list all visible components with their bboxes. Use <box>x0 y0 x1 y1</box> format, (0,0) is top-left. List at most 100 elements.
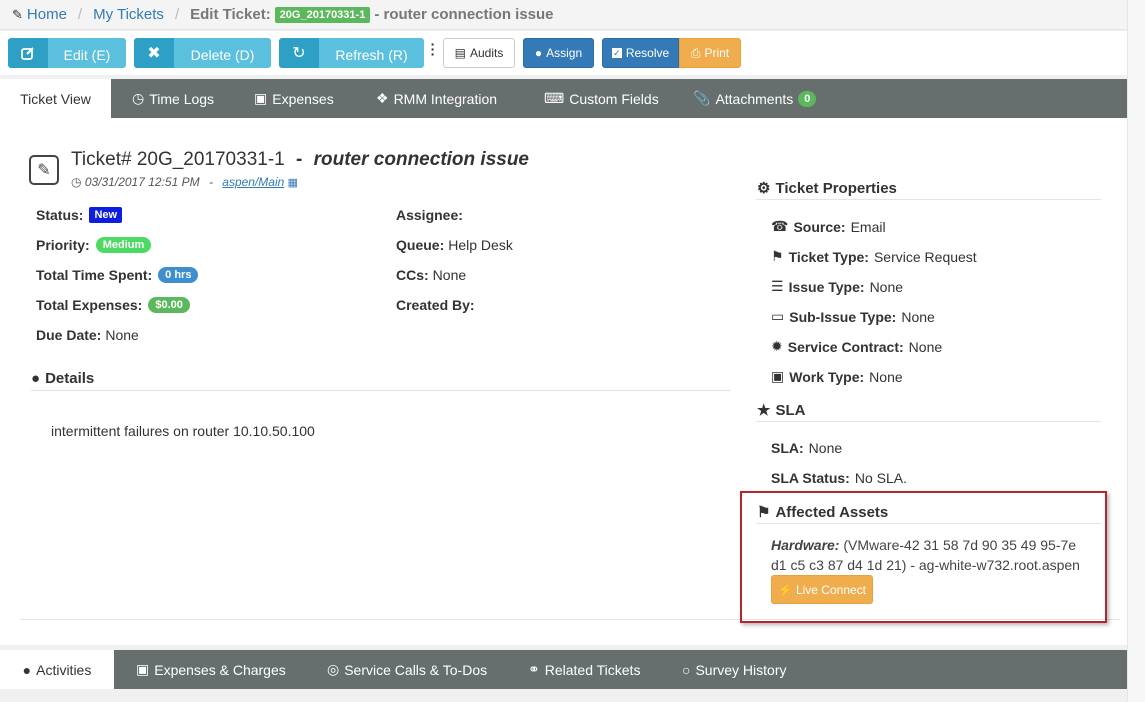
meta-separator: - <box>208 175 213 189</box>
delete-button-label: Delete (D) <box>174 38 271 68</box>
breadcrumb-edit-label: Edit Ticket: <box>190 6 271 23</box>
refresh-icon: ↻ <box>279 38 319 68</box>
title-separator: - <box>296 149 303 170</box>
assign-button[interactable]: ● Assign <box>523 38 594 68</box>
issue-type-value: None <box>869 278 904 295</box>
sla-heading-label: SLA <box>775 401 806 419</box>
bolt-icon: ⚡ <box>778 582 793 597</box>
tab-custom-fields[interactable]: ⌨ Custom Fields <box>544 79 659 118</box>
source-label: Source: <box>793 218 846 235</box>
breadcrumb-ticket-title: - router connection issue <box>374 6 554 23</box>
affected-assets-heading: ⚑ Affected Assets <box>757 503 889 522</box>
tab-rmm-integration[interactable]: ❖ RMM Integration <box>376 79 497 118</box>
hardware-label: Hardware: <box>771 537 840 553</box>
assets-divider <box>756 523 1101 524</box>
delete-button[interactable]: ✖ Delete (D) <box>134 38 271 68</box>
tab-related-tickets[interactable]: ⚭ Related Tickets <box>528 650 640 689</box>
expenses-field: Total Expenses: $0.00 <box>36 297 190 313</box>
clock-icon: ◷ <box>71 175 82 189</box>
queue-label: Queue: <box>396 237 445 253</box>
audits-button[interactable]: ▤ Audits <box>443 38 515 68</box>
refresh-button[interactable]: ↻ Refresh (R) <box>279 38 424 68</box>
print-button[interactable]: ⎙ Print <box>679 38 741 68</box>
sla-status-field: SLA Status: No SLA. <box>771 470 907 486</box>
sla-status-value: No SLA. <box>854 470 907 486</box>
edit-button[interactable]: Edit (E) <box>8 38 126 68</box>
vertical-scrollbar[interactable] <box>1127 0 1145 702</box>
due-date-label: Due Date: <box>36 327 102 343</box>
queue-field: Queue: Help Desk <box>396 237 513 253</box>
assignee-label: Assignee: <box>396 207 463 223</box>
queue-value: Help Desk <box>448 237 513 253</box>
issue-type-label: Issue Type: <box>788 278 865 295</box>
created-by-field: Created By: <box>396 297 475 313</box>
checkbox-icon: ✓ <box>611 48 622 58</box>
sla-field: SLA: None <box>771 440 842 456</box>
more-options-icon[interactable]: · · · <box>430 37 436 61</box>
tab-label: Activities <box>36 661 92 678</box>
time-spent-field: Total Time Spent: 0 hrs <box>36 267 199 283</box>
tab-time-logs[interactable]: ◷ Time Logs <box>132 79 214 118</box>
tab-label: Survey History <box>695 661 787 678</box>
phone-icon: ☎ <box>771 218 789 234</box>
breadcrumb-home-link[interactable]: Home <box>27 6 67 23</box>
assign-button-label: Assign <box>546 46 583 60</box>
cubes-icon: ❖ <box>376 90 389 106</box>
paperclip-icon: 📎 <box>693 90 711 106</box>
comments-icon: ● <box>22 661 32 678</box>
toolbar: Edit (E) ✖ Delete (D) ↻ Refresh (R) · · · … <box>0 31 1127 75</box>
tab-service-calls[interactable]: ◎ Service Calls & To-Dos <box>327 650 487 689</box>
breadcrumb-my-tickets-link[interactable]: My Tickets <box>93 6 164 23</box>
ccs-field: CCs: None <box>396 267 466 283</box>
link-icon: ⚭ <box>528 661 540 677</box>
list-icon: ▤ <box>454 46 466 60</box>
tab-expenses-charges[interactable]: ▣ Expenses & Charges <box>136 650 286 689</box>
work-type-value: None <box>869 368 903 385</box>
tab-expenses[interactable]: ▣ Expenses <box>254 79 334 118</box>
due-date-field: Due Date: None <box>36 327 139 343</box>
ticket-date: 03/31/2017 12:51 PM <box>84 175 200 189</box>
live-connect-button[interactable]: ⚡ Live Connect <box>771 575 873 604</box>
sla-status-label: SLA Status: <box>771 470 850 486</box>
tab-label: Ticket View <box>20 90 91 107</box>
laptop-icon: ▭ <box>771 308 785 324</box>
breadcrumb: ✎ Home / My Tickets / Edit Ticket: 20G_2… <box>0 0 1127 30</box>
close-icon: ✖ <box>134 38 174 68</box>
sub-issue-type-field: ▭ Sub-Issue Type: None <box>771 308 935 325</box>
sla-label: SLA: <box>771 440 804 456</box>
ccs-value: None <box>432 267 467 283</box>
sla-divider <box>756 421 1101 422</box>
cogs-icon: ⚙ <box>757 180 771 197</box>
certificate-icon: ✹ <box>771 338 783 354</box>
ticket-meta: ◷ 03/31/2017 12:51 PM - aspen/Main ▦ <box>71 175 298 189</box>
sla-heading: ★ SLA <box>757 401 806 420</box>
resolve-button[interactable]: ✓ Resolve <box>602 38 679 68</box>
print-icon: ⎙ <box>690 45 701 60</box>
priority-label: Priority: <box>36 237 90 253</box>
assignee-field: Assignee: <box>396 207 463 223</box>
tab-label: Custom Fields <box>569 90 659 107</box>
tab-activities[interactable]: ● Activities <box>0 650 114 689</box>
service-contract-value: None <box>908 338 943 355</box>
tab-ticket-view[interactable]: Ticket View <box>0 79 111 118</box>
ticket-subject: router connection issue <box>313 149 529 170</box>
attachments-count-badge: 0 <box>798 90 817 107</box>
star-icon: ★ <box>757 402 771 419</box>
affected-assets-label: Affected Assets <box>775 503 889 521</box>
refresh-button-label: Refresh (R) <box>319 38 424 68</box>
breadcrumb-separator: / <box>77 6 83 23</box>
service-contract-label: Service Contract: <box>787 338 904 355</box>
building-icon[interactable]: ▦ <box>288 177 298 189</box>
details-heading-label: Details <box>45 370 95 387</box>
details-heading: ● Details <box>31 370 94 387</box>
tab-label: Expenses <box>272 90 334 107</box>
briefcase-icon: ▣ <box>771 368 785 384</box>
ticket-id-badge: 20G_20170331-1 <box>274 6 371 23</box>
keyboard-icon: ⌨ <box>544 90 565 106</box>
tab-survey-history[interactable]: ○ Survey History <box>682 650 787 689</box>
location-link[interactable]: aspen/Main <box>222 175 284 189</box>
breadcrumb-separator: / <box>174 6 180 23</box>
tab-attachments[interactable]: 📎 Attachments 0 <box>693 79 817 118</box>
created-by-label: Created By: <box>396 297 475 313</box>
ticket-icon: ✎ <box>12 6 23 22</box>
